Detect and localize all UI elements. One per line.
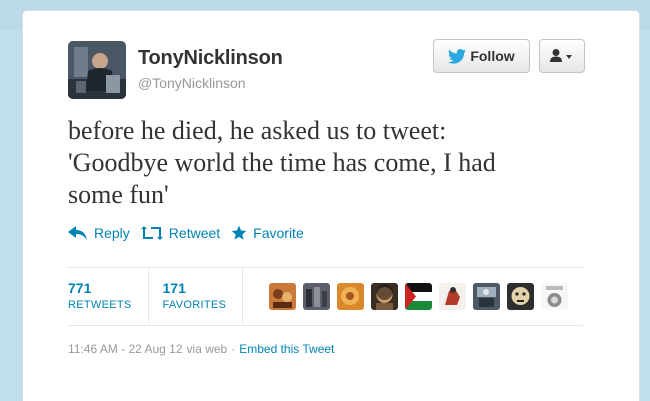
- meta-separator: ·: [231, 342, 236, 356]
- star-icon: [231, 225, 247, 240]
- user-dropdown-button[interactable]: [539, 39, 585, 73]
- retweet-icon: [140, 226, 163, 240]
- tweet-text: before he died, he asked us to tweet: 'G…: [68, 116, 496, 209]
- embed-tweet-link[interactable]: Embed this Tweet: [239, 342, 334, 356]
- retweeter-avatar[interactable]: [507, 282, 535, 310]
- retweets-count: 771: [68, 280, 92, 296]
- tweet-timestamp[interactable]: 11:46 AM - 22 Aug 12: [68, 342, 183, 356]
- retweet-label: Retweet: [168, 225, 221, 241]
- favorites-count: 171: [162, 280, 186, 296]
- retweeter-avatar[interactable]: [303, 282, 331, 310]
- twitter-bird-icon: [448, 48, 467, 64]
- tweet-stats: 771 RETWEETS 171 FAVORITES: [68, 268, 575, 324]
- reply-button[interactable]: Reply: [68, 225, 130, 241]
- reply-icon: [68, 226, 87, 240]
- retweet-button[interactable]: Retweet: [140, 225, 221, 241]
- favorites-label: FAVORITES: [162, 299, 227, 311]
- tweet-meta: 11:46 AM - 22 Aug 12 via web · Embed thi…: [68, 342, 334, 356]
- profile-photo-icon: [68, 41, 126, 99]
- retweeter-avatar[interactable]: [473, 282, 501, 310]
- retweeter-avatar[interactable]: [405, 282, 433, 310]
- tweet-card: TonyNicklinson @TonyNicklinson Follow be…: [22, 10, 640, 401]
- display-name[interactable]: TonyNicklinson: [138, 47, 283, 70]
- retweeter-avatar[interactable]: [439, 282, 467, 310]
- follow-button[interactable]: Follow: [433, 39, 530, 73]
- avatar[interactable]: [68, 41, 126, 99]
- tweet-source: via web: [186, 342, 228, 356]
- tweet-actions: Reply Retweet Favorite: [68, 225, 315, 241]
- favorites-stat[interactable]: 171 FAVORITES: [163, 268, 244, 324]
- retweeter-avatar[interactable]: [269, 282, 297, 310]
- retweeter-avatar[interactable]: [371, 282, 399, 310]
- user-menu-icon: [550, 49, 572, 62]
- favorite-label: Favorite: [253, 225, 304, 241]
- retweeter-avatars: [269, 268, 575, 324]
- reply-label: Reply: [94, 225, 130, 241]
- retweeter-avatar[interactable]: [541, 282, 569, 310]
- retweets-label: RETWEETS: [68, 299, 132, 311]
- retweeter-avatar[interactable]: [337, 282, 365, 310]
- retweets-stat[interactable]: 771 RETWEETS: [68, 268, 149, 324]
- divider-bottom: [68, 325, 583, 326]
- follow-label: Follow: [470, 48, 515, 64]
- screen-name[interactable]: @TonyNicklinson: [138, 75, 246, 91]
- favorite-button[interactable]: Favorite: [231, 225, 304, 241]
